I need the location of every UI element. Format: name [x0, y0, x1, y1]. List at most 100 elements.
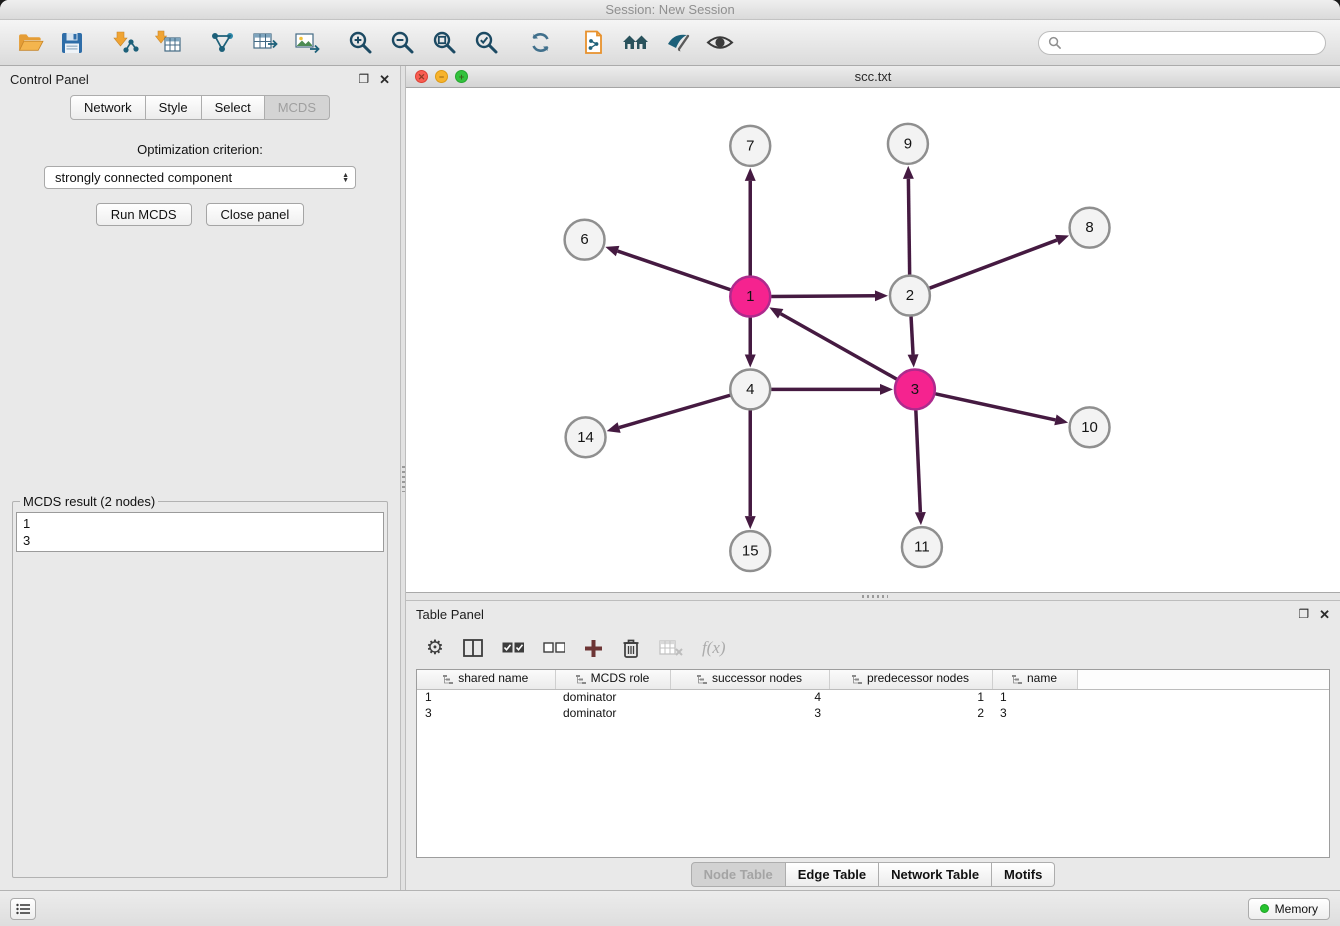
task-history-button[interactable]	[10, 898, 36, 920]
select-all-icon[interactable]	[502, 642, 524, 654]
table-row[interactable]: 1dominator411	[417, 689, 1329, 705]
edge-arrowhead	[875, 290, 888, 301]
edge-arrowhead	[745, 354, 756, 367]
search-box[interactable]	[1038, 31, 1326, 55]
add-column-icon[interactable]	[584, 639, 603, 658]
import-network-icon[interactable]	[110, 27, 142, 59]
graph-node-label-11: 11	[914, 539, 930, 556]
table-cell[interactable]: 3	[670, 705, 829, 721]
column-header-predecessor-nodes[interactable]: predecessor nodes	[829, 670, 992, 689]
table-cell[interactable]: 2	[829, 705, 992, 721]
style-check-icon[interactable]	[662, 27, 694, 59]
show-graphics-icon[interactable]	[704, 27, 736, 59]
new-table-icon[interactable]	[248, 27, 280, 59]
edge-3-10[interactable]	[935, 394, 1055, 420]
run-mcds-button[interactable]: Run MCDS	[96, 203, 192, 226]
node-table: shared name MCDS rolesuccessor nodesprede…	[417, 670, 1329, 721]
edge-1-2[interactable]	[771, 296, 875, 297]
mcds-result-line: 1	[23, 515, 377, 532]
graph-node-label-3: 3	[911, 381, 919, 398]
task-list-icon	[16, 903, 30, 915]
column-sort-icon	[576, 673, 586, 687]
tab-network[interactable]: Network	[70, 95, 146, 120]
close-network-window-button[interactable]: ✕	[415, 70, 428, 83]
column-header-successor-nodes[interactable]: successor nodes	[670, 670, 829, 689]
close-panel-button[interactable]: Close panel	[206, 203, 305, 226]
open-session-icon[interactable]	[14, 27, 46, 59]
table-cell[interactable]: dominator	[555, 689, 670, 705]
edge-3-11[interactable]	[916, 410, 921, 512]
edge-arrowhead	[880, 384, 893, 395]
graph-node-label-10: 10	[1081, 419, 1098, 436]
edge-2-8[interactable]	[930, 240, 1057, 288]
toolbar-group-apps	[578, 27, 736, 59]
main-area: Control Panel ❐ ✕ NetworkStyleSelectMCDS…	[0, 66, 1340, 890]
window-titlebar[interactable]: Session: New Session	[0, 0, 1340, 20]
zoom-selected-icon[interactable]	[470, 27, 502, 59]
table-row[interactable]: 3dominator323	[417, 705, 1329, 721]
vertical-splitter[interactable]	[400, 66, 406, 890]
deselect-all-icon[interactable]	[543, 642, 565, 654]
column-header-label: shared name	[458, 671, 528, 685]
close-control-panel-icon[interactable]: ✕	[379, 73, 390, 86]
float-table-panel-icon[interactable]: ❐	[1298, 608, 1309, 620]
edge-arrowhead	[745, 168, 756, 181]
tab-motifs[interactable]: Motifs	[992, 862, 1055, 887]
memory-button[interactable]: Memory	[1248, 898, 1330, 920]
column-header-shared-name[interactable]: shared name	[417, 670, 555, 689]
tab-mcds[interactable]: MCDS	[265, 95, 330, 120]
edge-1-6[interactable]	[618, 251, 731, 290]
float-panel-icon[interactable]: ❐	[358, 73, 369, 85]
tab-style[interactable]: Style	[146, 95, 202, 120]
table-toolbar: ⚙	[406, 627, 1340, 669]
maximize-network-window-button[interactable]: +	[455, 70, 468, 83]
table-settings-icon[interactable]: ⚙	[426, 638, 444, 658]
network-canvas[interactable]: 7968124314101511	[406, 88, 1340, 592]
table-cell[interactable]: 3	[417, 705, 555, 721]
zoom-fit-icon[interactable]	[428, 27, 460, 59]
edge-4-14[interactable]	[619, 395, 730, 427]
zoom-out-icon[interactable]	[386, 27, 418, 59]
graph-node-label-1: 1	[746, 288, 754, 305]
table-cell[interactable]: 1	[829, 689, 992, 705]
clone-network-icon[interactable]	[578, 27, 610, 59]
tab-node-table[interactable]: Node Table	[691, 862, 786, 887]
optimization-criterion-select[interactable]: strongly connected component ▲▼	[44, 166, 356, 189]
edge-2-9[interactable]	[908, 179, 909, 275]
toolbar-group-refresh	[524, 27, 556, 59]
mcds-result-fieldset: MCDS result (2 nodes) 13	[12, 494, 388, 878]
table-cell[interactable]: 4	[670, 689, 829, 705]
tab-select[interactable]: Select	[202, 95, 265, 120]
table-cell[interactable]: 3	[992, 705, 1077, 721]
refresh-view-icon[interactable]	[524, 27, 556, 59]
graph-node-label-14: 14	[577, 429, 594, 446]
column-header-mcds-role[interactable]: MCDS role	[555, 670, 670, 689]
split-panel-icon[interactable]	[463, 639, 483, 657]
table-cell[interactable]: 1	[992, 689, 1077, 705]
export-image-icon[interactable]	[290, 27, 322, 59]
toolbar-group-new	[206, 27, 322, 59]
edge-2-3[interactable]	[911, 317, 913, 355]
edge-arrowhead	[605, 246, 619, 256]
column-header-name[interactable]: name	[992, 670, 1077, 689]
delete-column-icon[interactable]	[622, 638, 640, 658]
horizontal-splitter[interactable]	[406, 593, 1340, 601]
toolbar-group-session	[14, 27, 88, 59]
minimize-network-window-button[interactable]: −	[435, 70, 448, 83]
tab-network-table[interactable]: Network Table	[879, 862, 992, 887]
tab-edge-table[interactable]: Edge Table	[786, 862, 879, 887]
network-window-titlebar[interactable]: ✕ − + scc.txt	[406, 66, 1340, 88]
edge-3-1[interactable]	[781, 314, 897, 379]
table-cell[interactable]: dominator	[555, 705, 670, 721]
home-icon[interactable]	[620, 27, 652, 59]
zoom-in-icon[interactable]	[344, 27, 376, 59]
new-network-icon[interactable]	[206, 27, 238, 59]
table-cell[interactable]: 1	[417, 689, 555, 705]
toolbar-group-zoom	[344, 27, 502, 59]
mcds-result-list[interactable]: 13	[16, 512, 384, 552]
save-session-icon[interactable]	[56, 27, 88, 59]
close-table-panel-icon[interactable]: ✕	[1319, 608, 1330, 621]
search-input[interactable]	[1066, 35, 1316, 50]
import-table-icon[interactable]	[152, 27, 184, 59]
node-table-container[interactable]: shared name MCDS rolesuccessor nodesprede…	[416, 669, 1330, 858]
